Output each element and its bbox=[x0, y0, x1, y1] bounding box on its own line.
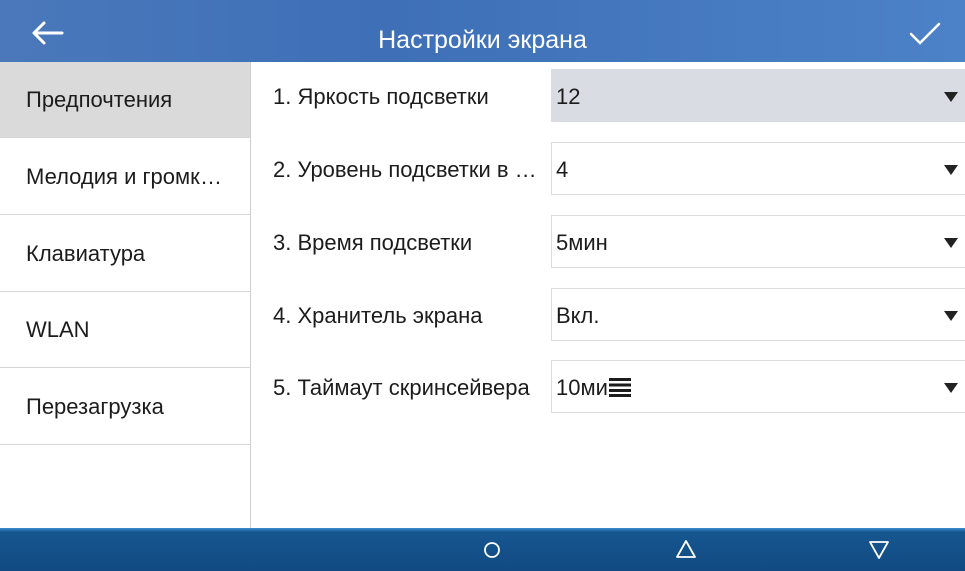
dropdown-arrow-icon bbox=[944, 92, 958, 102]
home-circle-icon[interactable] bbox=[477, 536, 507, 562]
select-value: 10ми bbox=[556, 361, 631, 414]
sidebar-item-keyboard[interactable]: Клавиатура bbox=[0, 216, 250, 292]
setting-row-screensaver: 4. Хранитель экрана Вкл. bbox=[251, 288, 965, 344]
backlight-level-select[interactable]: 4 bbox=[551, 142, 965, 195]
down-triangle-icon[interactable] bbox=[864, 536, 894, 562]
dropdown-arrow-icon bbox=[944, 238, 958, 248]
setting-row-screensaver-timeout: 5. Таймаут скринсейвера 10ми bbox=[251, 360, 965, 416]
settings-sidebar: Предпочтения Мелодия и громкость Клавиат… bbox=[0, 62, 251, 528]
setting-label: 5. Таймаут скринсейвера bbox=[273, 375, 530, 400]
screensaver-timeout-select[interactable]: 10ми bbox=[551, 360, 965, 413]
screensaver-select[interactable]: Вкл. bbox=[551, 288, 965, 341]
sidebar-item-reboot[interactable]: Перезагрузка bbox=[0, 369, 250, 445]
setting-row-backlight-brightness: 1. Яркость подсветки 12 bbox=[251, 69, 965, 125]
dropdown-arrow-icon bbox=[944, 165, 958, 175]
dropdown-arrow-icon bbox=[944, 311, 958, 321]
select-value: 4 bbox=[556, 157, 569, 182]
setting-label: 1. Яркость подсветки bbox=[273, 84, 489, 109]
title-bar: Настройки экрана bbox=[0, 0, 965, 62]
setting-row-backlight-level: 2. Уровень подсветки в режиме ожидания 4 bbox=[251, 142, 965, 198]
setting-label: 2. Уровень подсветки в режиме ожидания bbox=[273, 157, 548, 182]
brightness-select[interactable]: 12 bbox=[551, 69, 965, 122]
select-value: Вкл. bbox=[556, 303, 600, 328]
settings-panel: 1. Яркость подсветки 12 2. Уровень подсв… bbox=[251, 62, 965, 528]
setting-row-backlight-time: 3. Время подсветки 5мин bbox=[251, 215, 965, 271]
up-triangle-icon[interactable] bbox=[671, 536, 701, 562]
select-value-text: 10ми bbox=[556, 375, 608, 400]
sidebar-item-ringtone-volume[interactable]: Мелодия и громкость bbox=[0, 139, 250, 215]
list-overflow-icon bbox=[608, 378, 631, 397]
select-value: 12 bbox=[556, 84, 581, 109]
select-value: 5мин bbox=[556, 230, 608, 255]
dropdown-arrow-icon bbox=[944, 383, 958, 393]
sidebar-item-preferences[interactable]: Предпочтения bbox=[0, 62, 250, 138]
page-title: Настройки экрана bbox=[378, 26, 587, 54]
bottom-nav-bar bbox=[0, 528, 965, 571]
sidebar-item-wlan[interactable]: WLAN bbox=[0, 292, 250, 368]
backlight-time-select[interactable]: 5мин bbox=[551, 215, 965, 268]
setting-label: 3. Время подсветки bbox=[273, 230, 473, 255]
setting-label: 4. Хранитель экрана bbox=[273, 303, 483, 328]
checkmark-icon[interactable] bbox=[907, 20, 943, 48]
